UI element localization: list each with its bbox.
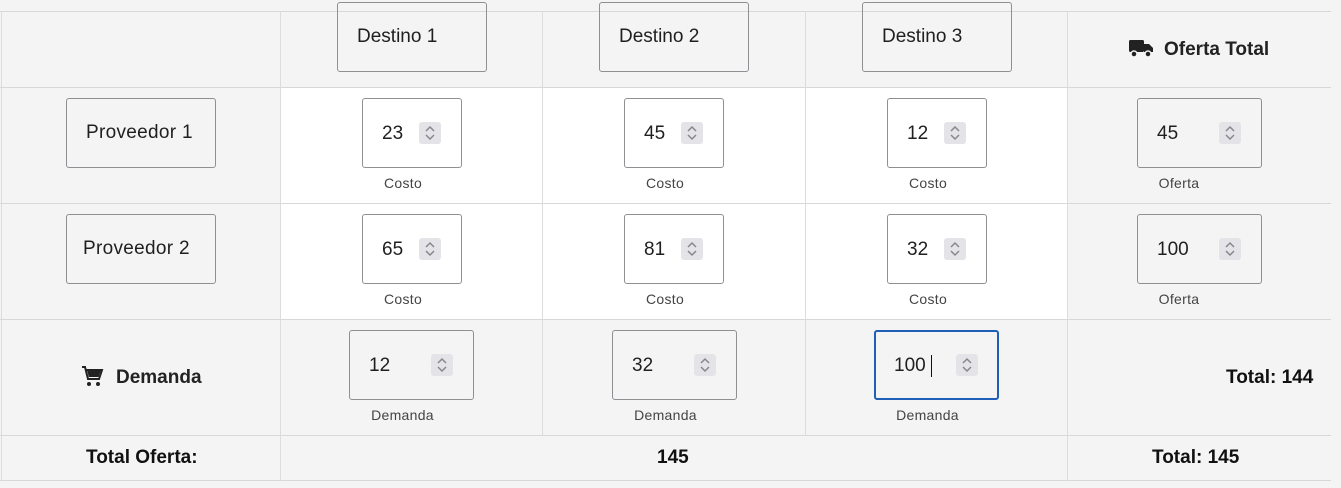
supply-caption: Oferta [1158,291,1200,307]
supply-input[interactable]: 100 [1137,214,1262,284]
footer-value: 145 [657,447,689,468]
demand-value: 12 [369,355,391,376]
destination-name-input[interactable]: Destino 1 [337,2,487,72]
cost-value: 23 [382,123,404,144]
destination-name-input[interactable]: Destino 2 [599,2,749,72]
cart-icon [80,364,104,393]
demand-input[interactable]: 32 [612,330,737,400]
grid-line [1067,11,1068,481]
grid-line [0,87,1331,88]
demand-total: Total: 144 [1226,367,1314,388]
cost-input[interactable]: 32 [887,214,987,284]
cost-caption: Costo [908,291,948,307]
spinner-icon[interactable] [1219,122,1241,144]
demand-row-label: Demanda [80,364,202,392]
cost-value: 12 [907,123,929,144]
cost-caption: Costo [383,175,423,191]
spinner-icon[interactable] [419,238,441,260]
cost-caption: Costo [645,291,685,307]
spinner-icon[interactable] [419,122,441,144]
provider-name-input[interactable]: Proveedor 2 [66,214,216,284]
supply-value: 45 [1157,123,1179,144]
truck-icon [1128,38,1154,63]
text-caret [931,355,932,377]
demand-input[interactable]: 12 [349,330,474,400]
demand-value: 100 [894,355,926,376]
cost-input[interactable]: 65 [362,214,462,284]
spinner-icon[interactable] [944,238,966,260]
demand-caption: Demanda [371,407,434,423]
cost-value: 32 [907,239,929,260]
footer-total: Total: 145 [1152,447,1240,468]
grid-line [0,319,1331,320]
supply-total-label: Oferta Total [1164,39,1270,60]
demand-input-focused[interactable]: 100 [874,330,999,400]
grid-line [280,11,281,481]
grid-line [0,435,1331,436]
cost-input[interactable]: 12 [887,98,987,168]
spinner-icon[interactable] [1219,238,1241,260]
cost-value: 81 [644,239,666,260]
cost-input[interactable]: 81 [624,214,724,284]
grid-line [0,480,1331,481]
spinner-icon[interactable] [694,354,716,376]
grid-line [1,11,2,481]
demand-label: Demanda [116,367,202,388]
spinner-icon[interactable] [681,238,703,260]
cost-caption: Costo [383,291,423,307]
cost-caption: Costo [908,175,948,191]
supply-value: 100 [1157,239,1189,260]
footer-label: Total Oferta: [86,447,198,468]
provider-name-input[interactable]: Proveedor 1 [66,98,216,168]
cost-input[interactable]: 23 [362,98,462,168]
cost-value: 45 [644,123,666,144]
supply-total-header: Oferta Total [1128,36,1269,64]
cost-value: 65 [382,239,404,260]
grid-line [0,203,1331,204]
destination-name-input[interactable]: Destino 3 [862,2,1012,72]
cost-input[interactable]: 45 [624,98,724,168]
demand-value: 32 [632,355,654,376]
spinner-icon[interactable] [944,122,966,144]
spinner-icon[interactable] [431,354,453,376]
supply-caption: Oferta [1158,175,1200,191]
spinner-icon[interactable] [956,354,978,376]
demand-caption: Demanda [896,407,959,423]
supply-input[interactable]: 45 [1137,98,1262,168]
spinner-icon[interactable] [681,122,703,144]
demand-caption: Demanda [634,407,697,423]
cost-caption: Costo [645,175,685,191]
grid-line [542,11,543,436]
grid-line [805,11,806,436]
